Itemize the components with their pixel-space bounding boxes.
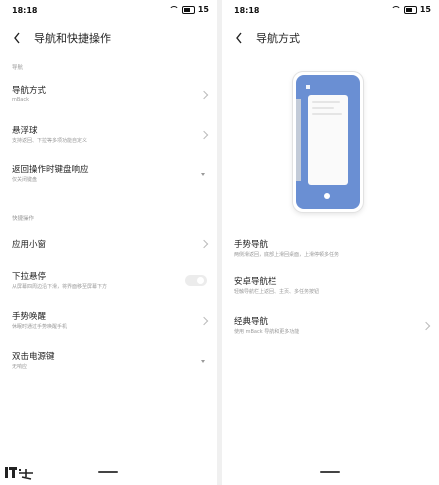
- chevron-right-icon: [199, 239, 209, 249]
- option-sub: 轻触导航栏上返回、主页、多任务按钮: [234, 289, 320, 295]
- status-icons: 15: [390, 5, 431, 14]
- battery-icon: [181, 5, 195, 14]
- preview-line: [312, 101, 340, 103]
- page-title: 导航方式: [256, 32, 300, 45]
- gesture-wake-item[interactable]: 手势唤醒 休眠时通过手势唤醒手机: [0, 310, 217, 336]
- item-label: 悬浮球: [12, 126, 38, 136]
- back-keyboard-response-item[interactable]: 返回操作时键盘响应 仅关闭键盘: [0, 163, 217, 189]
- status-bar: 18:18 15: [0, 0, 217, 22]
- classic-nav-option[interactable]: 经典导航 使用 mBack 导航和更多功能: [222, 315, 439, 341]
- back-button[interactable]: [12, 31, 22, 45]
- item-sub: 休眠时通过手势唤醒手机: [12, 324, 68, 330]
- status-icons: 15: [168, 5, 209, 14]
- section-label-nav: 导航: [12, 65, 24, 71]
- android-navbar-option[interactable]: 安卓导航栏 轻触导航栏上返回、主页、多任务按钮: [222, 275, 439, 301]
- double-click-power-item[interactable]: 双击电源键 无响应: [0, 350, 217, 376]
- preview-status-square: [306, 85, 310, 89]
- dropdown-arrow-icon: [201, 173, 205, 176]
- page-header: 导航方式: [222, 26, 439, 50]
- wifi-icon: [390, 6, 401, 13]
- preview-back-edge: [296, 99, 301, 181]
- item-label: 双击电源键: [12, 352, 55, 362]
- watermark-logo: [4, 465, 34, 481]
- item-sub: 支持返回、下拉等多项功能自定义: [12, 138, 88, 144]
- chevron-right-icon: [199, 130, 209, 140]
- home-indicator[interactable]: [98, 471, 118, 473]
- item-label: 下拉悬停: [12, 272, 47, 282]
- back-button[interactable]: [234, 31, 244, 45]
- wifi-icon: [168, 6, 179, 13]
- chevron-left-icon: [236, 32, 242, 44]
- battery-level: 15: [197, 5, 209, 14]
- item-label: 手势唤醒: [12, 312, 47, 322]
- chevron-right-icon: [199, 316, 209, 326]
- preview-line: [312, 113, 342, 115]
- item-sub: mBack: [12, 97, 30, 103]
- item-label: 返回操作时键盘响应: [12, 165, 89, 175]
- item-label: 应用小窗: [12, 240, 47, 250]
- home-indicator[interactable]: [320, 471, 340, 473]
- dropdown-arrow-icon: [201, 360, 205, 363]
- status-time: 18:18: [234, 6, 260, 15]
- navigation-method-screen: 18:18 15 导航方式 手势导航 两侧滑返回，底部上滑回桌面，上滑停顿多任务: [222, 0, 439, 485]
- option-label: 经典导航: [234, 317, 269, 327]
- preview-screen: [296, 75, 360, 209]
- preview-app-card: [308, 95, 348, 185]
- page-title: 导航和快捷操作: [34, 32, 111, 45]
- preview-line: [312, 107, 334, 109]
- option-sub: 使用 mBack 导航和更多功能: [234, 329, 300, 335]
- option-sub: 两侧滑返回，底部上滑回桌面，上滑停顿多任务: [234, 252, 340, 258]
- pull-down-hover-item[interactable]: 下拉悬停 从屏幕四周边沿下滑，将界面移至屏幕下方: [0, 270, 217, 296]
- navigation-shortcuts-screen: 18:18 15 导航和快捷操作 导航 导航方式 mBack 悬浮球 支持返回、…: [0, 0, 217, 485]
- gesture-nav-option[interactable]: 手势导航 两侧滑返回，底部上滑回桌面，上滑停顿多任务: [222, 238, 439, 264]
- app-small-window-item[interactable]: 应用小窗: [0, 238, 217, 254]
- status-bar: 18:18 15: [222, 0, 439, 22]
- chevron-right-icon: [199, 90, 209, 100]
- item-sub: 从屏幕四周边沿下滑，将界面移至屏幕下方: [12, 284, 108, 290]
- ithome-logo-icon: [5, 467, 33, 480]
- item-sub: 无响应: [12, 364, 28, 370]
- navigation-preview-phone: [293, 72, 363, 212]
- pull-down-hover-toggle[interactable]: [185, 275, 207, 286]
- status-time: 18:18: [12, 6, 38, 15]
- item-sub: 仅关闭键盘: [12, 177, 38, 183]
- chevron-right-icon: [421, 321, 431, 331]
- preview-home-dot: [324, 193, 330, 199]
- option-label: 手势导航: [234, 240, 269, 250]
- chevron-left-icon: [14, 32, 20, 44]
- battery-level: 15: [419, 5, 431, 14]
- page-header: 导航和快捷操作: [0, 26, 217, 50]
- float-ball-item[interactable]: 悬浮球 支持返回、下拉等多项功能自定义: [0, 124, 217, 150]
- battery-icon: [403, 5, 417, 14]
- item-label: 导航方式: [12, 86, 47, 96]
- option-label: 安卓导航栏: [234, 277, 277, 287]
- section-label-shortcut: 快捷操作: [12, 216, 35, 222]
- nav-method-item[interactable]: 导航方式 mBack: [0, 84, 217, 110]
